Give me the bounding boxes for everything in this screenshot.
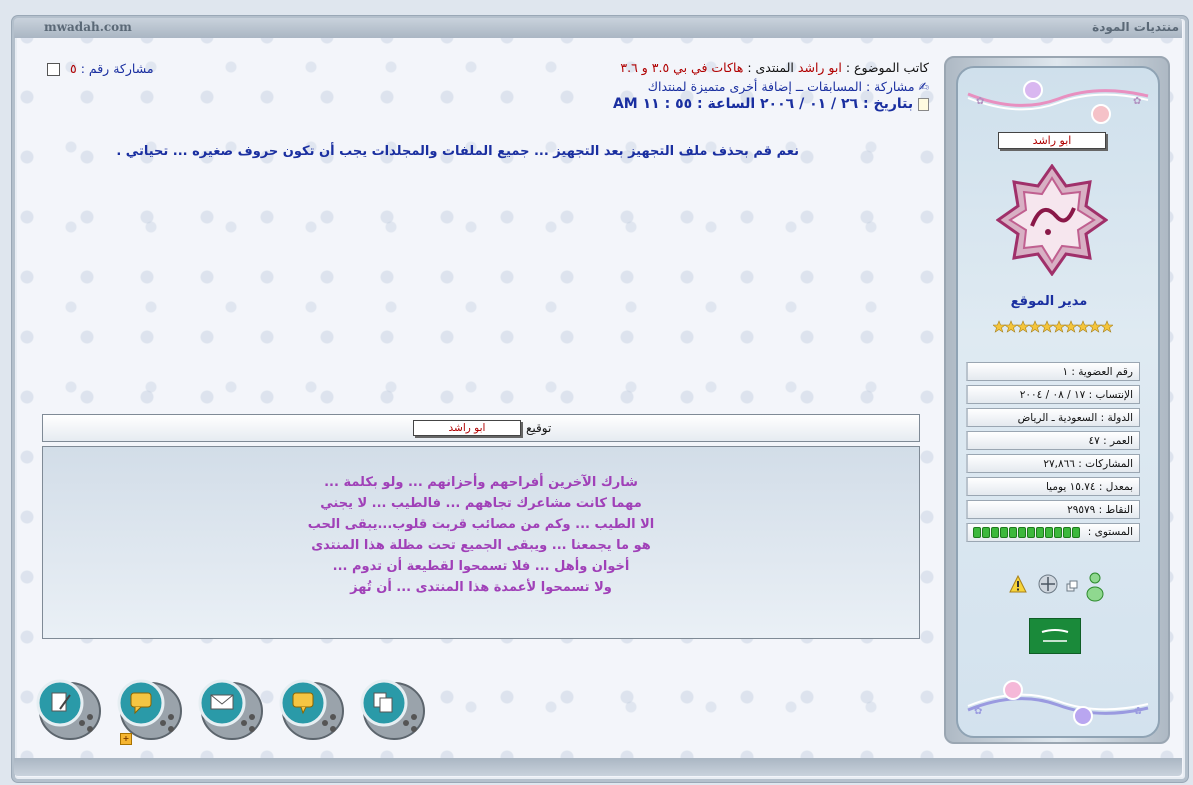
top-bar: [14, 18, 1182, 38]
signature-text: شارك الآخرين أفراحهم وأحزانهم ... ولو بك…: [42, 472, 920, 598]
user-rank: مدير الموقع: [1010, 294, 1088, 309]
info-posts: المشاركات : ٢٧,٨٦٦: [966, 454, 1140, 473]
info-level: المستوى :: [966, 523, 1140, 542]
reply-title: المسابقات ــ إضافة أخرى متميزة لمنتداك: [647, 79, 863, 94]
pencil-icon: ✍: [918, 79, 929, 94]
multi-quote-icon[interactable]: +: [120, 733, 132, 745]
online-status-icon: [1086, 572, 1104, 602]
copy-button[interactable]: [354, 673, 426, 741]
svg-text:✿: ✿: [1133, 96, 1141, 107]
info-age: العمر : ٤٧: [966, 431, 1140, 450]
bottom-bar: [14, 758, 1182, 776]
forum-link[interactable]: هاكات في بي ٣.٥ و ٣.٦: [620, 60, 743, 75]
svg-text:✿: ✿: [1134, 706, 1142, 717]
signature-line: ولا تسمحوا لأعمدة هذا المنتدى ... أن تُه…: [350, 580, 612, 595]
author-link[interactable]: ابو راشد: [798, 60, 842, 75]
post-number-value[interactable]: ٥: [70, 61, 77, 76]
post-author-line: كاتب الموضوع : ابو راشد المنتدى : هاكات …: [613, 60, 929, 75]
info-member-id: رقم العضوية : ١: [966, 362, 1140, 381]
windows-icon: [1066, 580, 1078, 592]
signature-line: مهما كانت مشاعرك تجاههم ... فالطيب ... ل…: [320, 496, 642, 511]
post-select-checkbox[interactable]: [47, 63, 60, 76]
post-number-label: مشاركة رقم :: [80, 61, 154, 76]
level-bar: [972, 527, 1080, 538]
avatar: [996, 164, 1108, 276]
svg-text:✿: ✿: [974, 706, 982, 717]
profile-username[interactable]: ابو راشد: [998, 132, 1106, 149]
status-icons: [1009, 572, 1104, 602]
info-join-date: الإنتساب : ١٧ / ٠٨ / ٢٠٠٤: [966, 385, 1140, 404]
edit-button[interactable]: edit-icon: [30, 673, 102, 741]
signature-line: أخوان وأهل ... فلا تسمحوا لقطيعة أن تدوم…: [332, 559, 630, 574]
signature-line: هو ما يجمعنا ... ويبقى الجميع تحت مظلة ه…: [311, 538, 651, 553]
info-points: النقاط : ٢٩٥٧٩: [966, 500, 1140, 519]
quote-button[interactable]: [111, 673, 183, 741]
info-country: الدولة : السعودية ـ الرياض: [966, 408, 1140, 427]
site-domain[interactable]: mwadah.com: [44, 20, 132, 34]
document-icon: [918, 97, 929, 111]
post-date-line: بتاريخ : ٢٦ / ٠١ / ٢٠٠٦ الساعة : ٥٥ : ١١…: [613, 96, 929, 112]
rating-stars-icon: [993, 320, 1113, 333]
bottom-ornament-icon: ✿ ✿: [967, 680, 1149, 726]
post-number: مشاركة رقم : ٥: [70, 61, 154, 76]
post-meta: كاتب الموضوع : ابو راشد المنتدى : هاكات …: [613, 60, 929, 112]
saudi-flag-icon: [1029, 618, 1081, 654]
level-label: المستوى :: [1087, 526, 1133, 538]
author-label: كاتب الموضوع :: [845, 60, 929, 75]
send-message-button[interactable]: [192, 673, 264, 741]
forum-label: المنتدى :: [747, 60, 794, 75]
top-ornament-icon: ✿ ✿: [967, 80, 1149, 124]
signature-line: الا الطيب ... وكم من مصائب قربت قلوب...ي…: [307, 517, 655, 532]
svg-text:✿: ✿: [976, 96, 984, 107]
scale-icon: [1038, 574, 1058, 594]
profile-info-list: رقم العضوية : ١ الإنتساب : ١٧ / ٠٨ / ٢٠٠…: [966, 362, 1140, 546]
reply-button[interactable]: [273, 673, 345, 741]
warning-icon: [1009, 574, 1027, 593]
post-reply-line: ✍ مشاركة : المسابقات ــ إضافة أخرى متميز…: [613, 79, 929, 94]
signature-username[interactable]: ابو راشد: [413, 420, 521, 436]
post-actions: edit-icon: [30, 673, 430, 745]
signature-line: شارك الآخرين أفراحهم وأحزانهم ... ولو بك…: [324, 475, 638, 490]
site-name[interactable]: منتديات المودة: [1092, 20, 1179, 34]
post-date: بتاريخ : ٢٦ / ٠١ / ٢٠٠٦ الساعة : ٥٥ : ١١…: [612, 96, 914, 112]
info-rate: بمعدل : ١٥.٧٤ يوميا: [966, 477, 1140, 496]
signature-label: توقيع: [526, 421, 552, 435]
post-body: نعم قم بحذف ملف التجهيز بعد التجهيز ... …: [116, 144, 799, 159]
reply-label: مشاركة :: [866, 79, 915, 94]
